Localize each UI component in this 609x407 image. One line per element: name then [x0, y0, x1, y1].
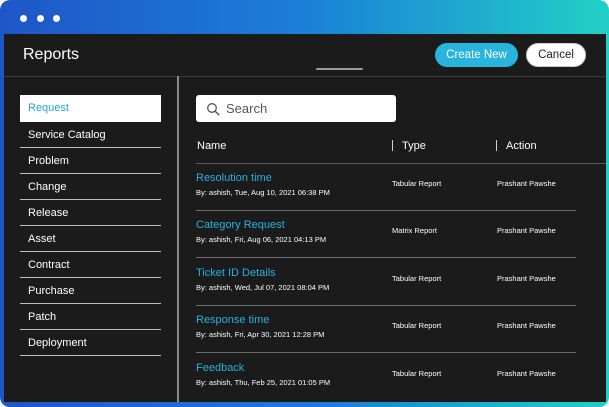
- window-dot-2: [37, 15, 44, 22]
- report-name-link[interactable]: Resolution time: [196, 172, 272, 184]
- window-dot-3: [53, 15, 60, 22]
- sidebar-item-release[interactable]: Release: [20, 200, 161, 226]
- report-type: Tabular Report: [392, 179, 442, 188]
- search-input[interactable]: [226, 96, 386, 121]
- sidebar-item-request[interactable]: Request: [20, 95, 161, 122]
- title-bar: [0, 0, 609, 34]
- report-type: Tabular Report: [392, 274, 442, 283]
- column-separator: [496, 140, 497, 151]
- page-title: Reports: [23, 46, 80, 63]
- sidebar-divider: [177, 76, 179, 402]
- create-new-button[interactable]: Create New: [435, 43, 518, 67]
- report-meta: By: ashish, Wed, Jul 07, 2021 08:04 PM: [196, 283, 330, 292]
- report-meta: By: ashish, Fri, Apr 30, 2021 12:28 PM: [196, 330, 325, 339]
- report-type: Matrix Report: [392, 226, 438, 235]
- report-action[interactable]: Prashant Pawshe: [497, 274, 556, 283]
- search-box: [196, 95, 396, 122]
- bottom-gradient-strip: [0, 402, 609, 407]
- report-meta: By: ashish, Tue, Aug 10, 2021 06:38 PM: [196, 188, 330, 197]
- reports-window: Reports Create New Cancel Request Servic…: [4, 34, 606, 402]
- resize-handle[interactable]: [316, 68, 363, 70]
- report-name-link[interactable]: Response time: [196, 314, 269, 326]
- column-header-action[interactable]: Action: [506, 140, 537, 152]
- search-icon: [200, 95, 226, 122]
- table-row: Feedback By: ashish, Thu, Feb 25, 2021 0…: [196, 354, 576, 401]
- report-meta: By: ashish, Thu, Feb 25, 2021 01:05 PM: [196, 378, 331, 387]
- header-divider: [4, 76, 606, 77]
- sidebar-item-change[interactable]: Change: [20, 174, 161, 200]
- sidebar-item-purchase[interactable]: Purchase: [20, 278, 161, 304]
- sidebar-item-service-catalog[interactable]: Service Catalog: [20, 122, 161, 148]
- report-action[interactable]: Prashant Pawshe: [497, 226, 556, 235]
- table-row: Category Request By: ashish, Fri, Aug 06…: [196, 211, 576, 258]
- table-row: Ticket ID Details By: ashish, Wed, Jul 0…: [196, 259, 576, 306]
- column-header-name[interactable]: Name: [197, 140, 226, 152]
- report-action[interactable]: Prashant Pawshe: [497, 369, 556, 378]
- row-divider: [196, 257, 576, 258]
- report-meta: By: ashish, Fri, Aug 06, 2021 04:13 PM: [196, 235, 327, 244]
- column-header-type[interactable]: Type: [402, 140, 426, 152]
- report-name-link[interactable]: Feedback: [196, 362, 244, 374]
- column-separator: [392, 140, 393, 151]
- app-frame: Reports Create New Cancel Request Servic…: [0, 0, 609, 407]
- row-divider: [196, 352, 576, 353]
- report-action[interactable]: Prashant Pawshe: [497, 179, 556, 188]
- sidebar-item-asset[interactable]: Asset: [20, 226, 161, 252]
- report-action[interactable]: Prashant Pawshe: [497, 321, 556, 330]
- sidebar-item-deployment[interactable]: Deployment: [20, 330, 161, 356]
- sidebar-item-problem[interactable]: Problem: [20, 148, 161, 174]
- cancel-button[interactable]: Cancel: [526, 43, 586, 67]
- sidebar-item-patch[interactable]: Patch: [20, 304, 161, 330]
- table-row: Response time By: ashish, Fri, Apr 30, 2…: [196, 306, 576, 353]
- report-name-link[interactable]: Category Request: [196, 219, 285, 231]
- report-name-link[interactable]: Ticket ID Details: [196, 267, 276, 279]
- report-type: Tabular Report: [392, 321, 442, 330]
- table-row: Resolution time By: ashish, Tue, Aug 10,…: [196, 164, 576, 211]
- sidebar-item-contract[interactable]: Contract: [20, 252, 161, 278]
- report-type: Tabular Report: [392, 369, 442, 378]
- window-dot-1: [20, 15, 27, 22]
